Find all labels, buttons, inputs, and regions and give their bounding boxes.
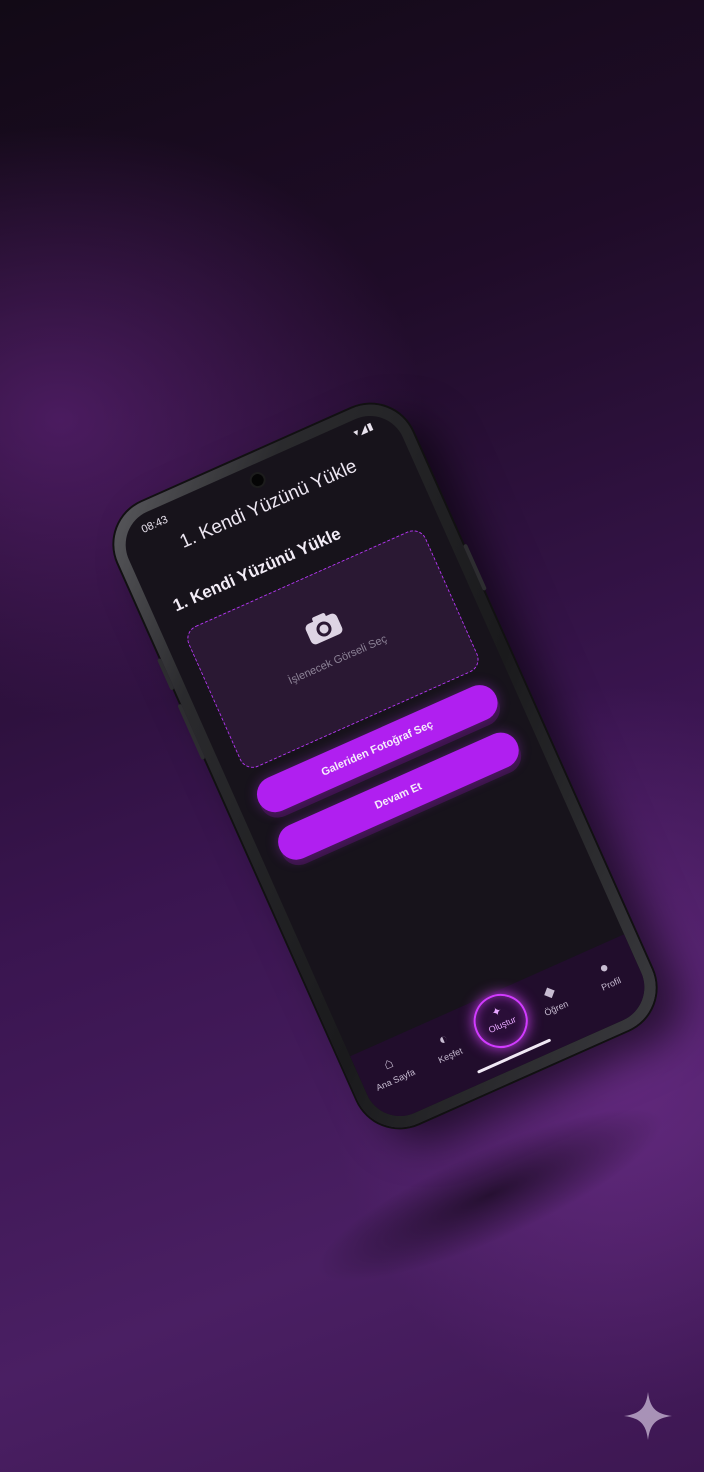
nav-item-discover[interactable]: ◐ Keşfet xyxy=(412,1019,479,1072)
status-icons: ▾◢▮ xyxy=(351,420,376,440)
side-button-left-top xyxy=(156,657,175,691)
status-time: 08:43 xyxy=(139,513,170,536)
phone-screen: 08:43 ▾◢▮ 1. Kendi Yüzünü Yükle 1. Kendi… xyxy=(114,404,656,1128)
phone-device: 08:43 ▾◢▮ 1. Kendi Yüzünü Yükle 1. Kendi… xyxy=(99,389,671,1143)
nav-item-profile[interactable]: ● Profil xyxy=(573,948,640,1001)
camera-icon xyxy=(305,613,343,645)
sparkle-icon xyxy=(624,1392,672,1440)
phone-shadow xyxy=(298,1076,682,1314)
nav-item-learn[interactable]: ◆ Öğren xyxy=(518,972,585,1025)
nav-item-home[interactable]: ⌂ Ana Sayfa xyxy=(358,1044,425,1097)
